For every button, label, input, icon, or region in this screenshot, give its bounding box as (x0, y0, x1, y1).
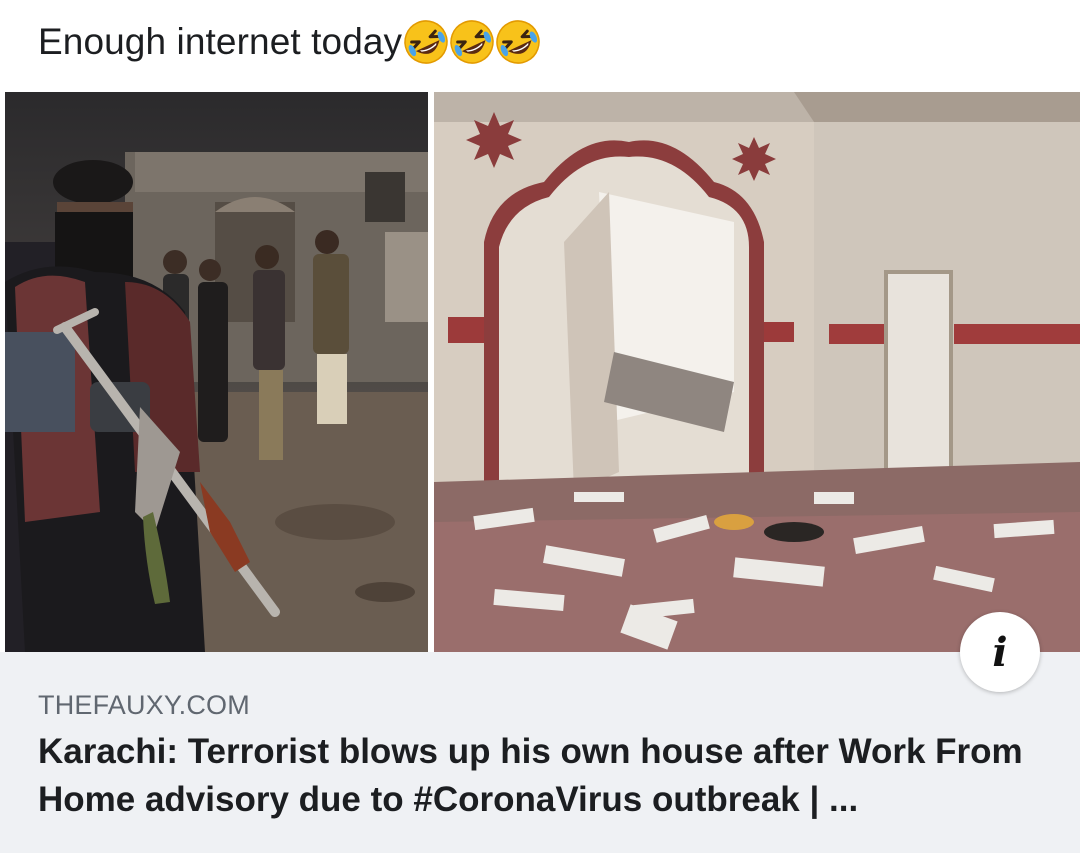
link-preview-image[interactable] (0, 92, 1080, 652)
post-text: Enough internet today (38, 14, 540, 70)
link-domain: THEFAUXY.COM (38, 690, 250, 720)
emoji-row (402, 18, 540, 66)
laughing-emoji-icon (404, 20, 448, 64)
info-icon[interactable]: i (960, 612, 1040, 692)
damaged-room-photo (434, 92, 1080, 652)
link-preview-card[interactable]: i THEFAUXY.COM Karachi: Terrorist blows … (0, 92, 1080, 853)
laughing-emoji-icon (496, 20, 540, 64)
link-headline[interactable]: Karachi: Terrorist blows up his own hous… (38, 728, 1048, 824)
post-message: Enough internet today (38, 21, 403, 62)
armed-man-photo (5, 92, 428, 652)
laughing-emoji-icon (450, 20, 494, 64)
